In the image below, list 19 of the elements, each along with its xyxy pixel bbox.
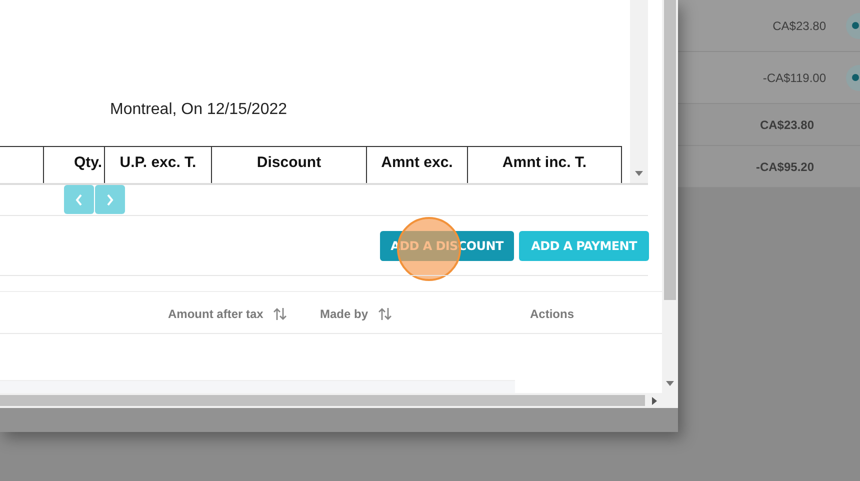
column-header[interactable]: Made by <box>320 305 368 323</box>
scrollbar-thumb[interactable] <box>664 0 676 300</box>
sort-icon[interactable] <box>273 307 288 321</box>
place-date-text: Montreal, On 12/15/2022 <box>110 100 288 120</box>
scroll-down-icon[interactable] <box>635 171 643 176</box>
chevron-left-icon <box>75 194 83 206</box>
amount-text: -CA$95.20 <box>756 158 814 176</box>
column-header[interactable]: Actions <box>530 305 574 323</box>
scrollbar-thumb[interactable] <box>0 395 645 406</box>
column-header[interactable]: Amount after tax <box>168 305 264 323</box>
chevron-right-icon <box>106 194 114 206</box>
sort-icon[interactable] <box>378 307 392 321</box>
previous-button[interactable] <box>64 185 94 214</box>
amount-text: CA$23.80 <box>760 116 814 134</box>
scroll-down-icon[interactable] <box>666 381 674 386</box>
action-button[interactable]: ADD A PAYMENT <box>519 231 649 261</box>
amount-text: -CA$119.00 <box>762 70 826 86</box>
next-button[interactable] <box>95 185 125 214</box>
amount-text: CA$23.80 <box>772 18 826 34</box>
